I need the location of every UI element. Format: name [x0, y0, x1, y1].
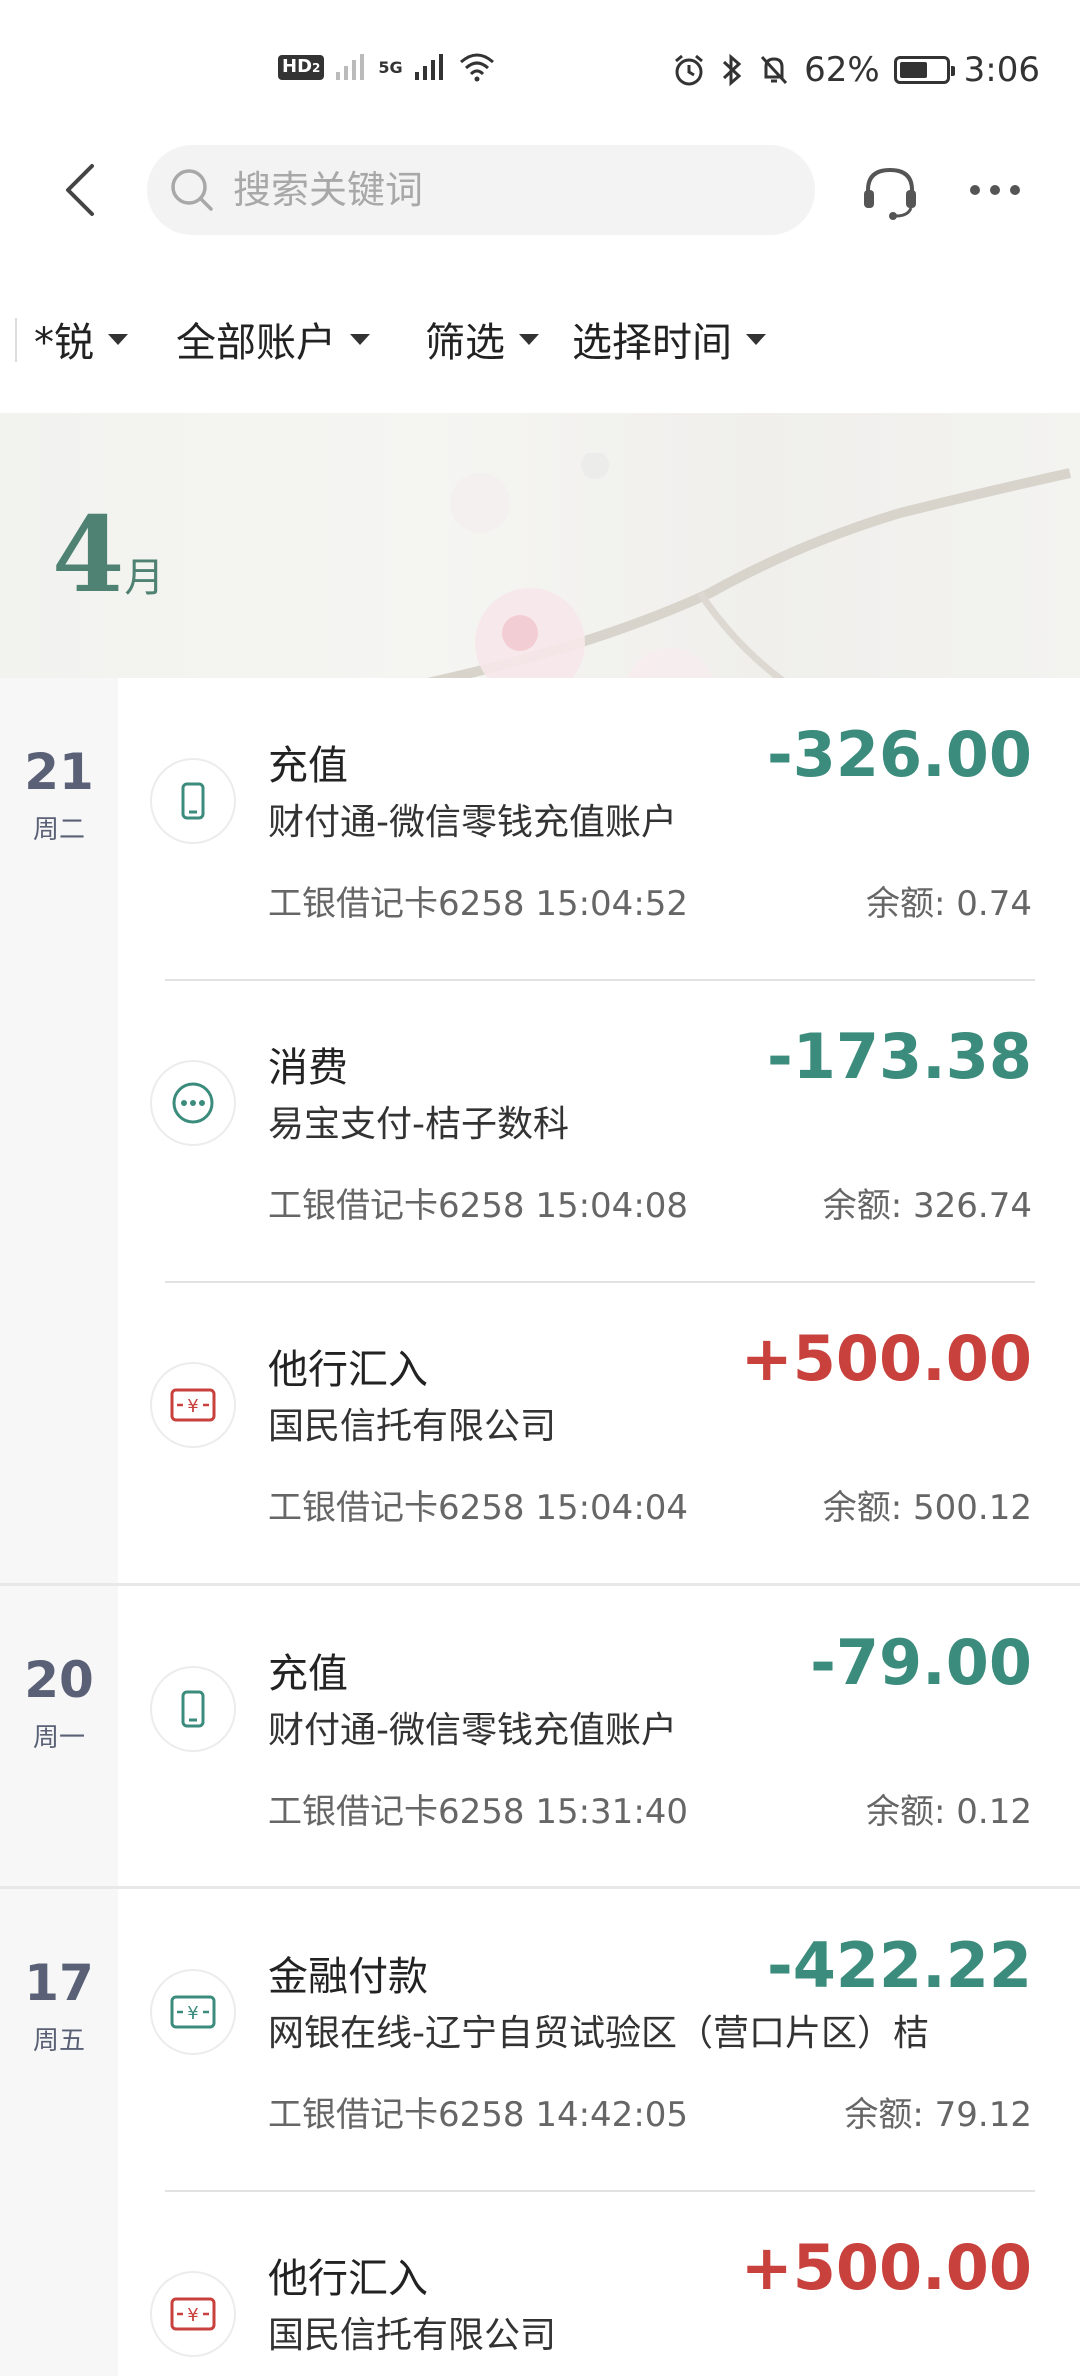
transaction-merchant: 国民信托有限公司 [268, 2315, 557, 2356]
customer-service-button[interactable] [858, 160, 922, 224]
caret-down-icon [108, 333, 128, 345]
battery-percent: 62% [804, 50, 880, 90]
day-number: 21 [24, 743, 94, 801]
month-banner: 4月 [0, 413, 1080, 678]
day-group-21: 21 周二 充值 财付通-微信零钱充值账户 工银借记卡6258 15:04:52… [0, 678, 1080, 1583]
filter-time-label: 选择时间 [572, 320, 732, 366]
transaction-type: 他行汇入 [268, 1347, 428, 1393]
blossom-branch-illustration [426, 453, 1072, 678]
yuan-transfer-icon: ¥ [150, 1362, 236, 1448]
transaction-type: 充值 [268, 1651, 348, 1697]
more-dots-icon [150, 1060, 236, 1146]
svg-text:¥: ¥ [187, 2003, 198, 2024]
phone-icon [150, 1666, 236, 1752]
status-bar: HD2 5G 62% 3:06 [0, 0, 1080, 150]
more-dots-icon [970, 185, 1020, 195]
transaction-card-time: 工银借记卡6258 15:04:52 [268, 884, 689, 924]
caret-down-icon [746, 333, 766, 345]
transaction-balance: 余额: 0.74 [866, 884, 1032, 924]
caret-down-icon [350, 333, 370, 345]
headset-icon [864, 167, 916, 220]
transaction-type: 充值 [268, 743, 348, 789]
day-number: 17 [24, 1954, 94, 2012]
transaction-amount: +500.00 [740, 1322, 1032, 1395]
month-unit: 月 [124, 555, 165, 601]
signal-icon [336, 54, 365, 80]
transaction-row[interactable]: ¥ 他行汇入 国民信托有限公司 +500.00 [118, 2191, 1080, 2376]
transaction-row[interactable]: ¥ 他行汇入 国民信托有限公司 工银借记卡6258 15:04:04 +500.… [118, 1282, 1080, 1582]
transaction-type: 他行汇入 [268, 2256, 428, 2302]
transaction-amount: -79.00 [810, 1626, 1032, 1699]
svg-text:¥: ¥ [187, 2305, 198, 2326]
transaction-merchant: 易宝支付-桔子数科 [268, 1104, 569, 1145]
transaction-card-time: 工银借记卡6258 15:04:08 [268, 1186, 689, 1226]
transaction-card-time: 工银借记卡6258 15:31:40 [268, 1792, 689, 1832]
yuan-payment-icon: ¥ [150, 1969, 236, 2055]
signal-strength-icon [414, 54, 443, 80]
transaction-amount: -422.22 [767, 1929, 1032, 2002]
transaction-merchant: 财付通-微信零钱充值账户 [268, 1710, 677, 1751]
transaction-card-time: 工银借记卡6258 15:04:04 [268, 1488, 689, 1528]
filter-bar: *锐 全部账户 筛选 选择时间 [0, 290, 1080, 390]
transaction-balance: 余额: 0.12 [866, 1792, 1032, 1832]
search-input[interactable] [233, 168, 753, 212]
transaction-type: 金融付款 [268, 1954, 428, 2000]
day-label: 17 周五 [0, 1954, 118, 2057]
alarm-icon [675, 54, 704, 86]
day-weekday: 周五 [32, 2026, 85, 2056]
transaction-merchant: 财付通-微信零钱充值账户 [268, 802, 677, 843]
transaction-row[interactable]: 充值 财付通-微信零钱充值账户 工银借记卡6258 15:04:52 -326.… [118, 678, 1080, 978]
day-group-17: 17 周五 ¥ 金融付款 网银在线-辽宁自贸试验区（营口片区）桔 工银借记卡62… [0, 1889, 1080, 2376]
header [0, 140, 1080, 240]
back-button[interactable] [56, 160, 116, 220]
transaction-row[interactable]: ¥ 金融付款 网银在线-辽宁自贸试验区（营口片区）桔 工银借记卡6258 14:… [118, 1889, 1080, 2189]
hd-badge: HD2 [278, 54, 325, 80]
yuan-transfer-icon: ¥ [150, 2271, 236, 2357]
transaction-card-time: 工银借记卡6258 14:42:05 [268, 2095, 689, 2135]
day-number: 20 [24, 1651, 94, 1709]
transaction-balance: 余额: 79.12 [844, 2095, 1032, 2135]
transaction-merchant: 网银在线-辽宁自贸试验区（营口片区）桔 [268, 2013, 929, 2054]
search-icon [171, 169, 213, 211]
transaction-amount: -326.00 [767, 718, 1032, 791]
search-box[interactable] [147, 145, 815, 235]
clock-time: 3:06 [963, 50, 1040, 90]
wifi-icon [459, 53, 494, 82]
transaction-balance: 余额: 500.12 [822, 1488, 1032, 1528]
transaction-row[interactable]: 充值 财付通-微信零钱充值账户 工银借记卡6258 15:31:40 -79.0… [118, 1586, 1080, 1886]
filter-time[interactable]: 选择时间 [572, 310, 766, 368]
filter-account-label: 全部账户 [176, 320, 336, 366]
status-right: 62% 3:06 [672, 50, 1040, 90]
status-left: HD2 5G [278, 52, 497, 82]
phone-icon [150, 758, 236, 844]
transaction-row[interactable]: 消费 易宝支付-桔子数科 工银借记卡6258 15:04:08 -173.38 … [118, 980, 1080, 1280]
transaction-amount: -173.38 [767, 1020, 1032, 1093]
filter-name-label: *锐 [34, 320, 94, 366]
bluetooth-icon [723, 53, 742, 87]
battery-icon [893, 56, 955, 84]
transaction-type: 消费 [268, 1045, 348, 1091]
mute-icon [760, 55, 788, 85]
day-weekday: 周一 [32, 1723, 85, 1753]
network-label: 5G [378, 57, 403, 77]
month-number: 4 [52, 493, 125, 616]
filter-divider [15, 318, 17, 362]
more-button[interactable] [965, 170, 1025, 210]
transaction-balance: 余额: 326.74 [822, 1186, 1032, 1226]
day-label: 21 周二 [0, 743, 118, 846]
svg-text:¥: ¥ [187, 1396, 198, 1417]
transaction-amount: +500.00 [740, 2231, 1032, 2304]
chevron-left-icon [66, 164, 94, 216]
filter-name[interactable]: *锐 [34, 310, 128, 368]
filter-options-label: 筛选 [425, 320, 505, 366]
day-label: 20 周一 [0, 1651, 118, 1754]
filter-account[interactable]: 全部账户 [176, 310, 370, 368]
filter-options[interactable]: 筛选 [425, 310, 539, 368]
caret-down-icon [519, 333, 539, 345]
transaction-merchant: 国民信托有限公司 [268, 1406, 557, 1447]
day-weekday: 周二 [32, 815, 85, 845]
month-label: 4月 [52, 493, 164, 616]
day-group-20: 20 周一 充值 财付通-微信零钱充值账户 工银借记卡6258 15:31:40… [0, 1586, 1080, 1886]
